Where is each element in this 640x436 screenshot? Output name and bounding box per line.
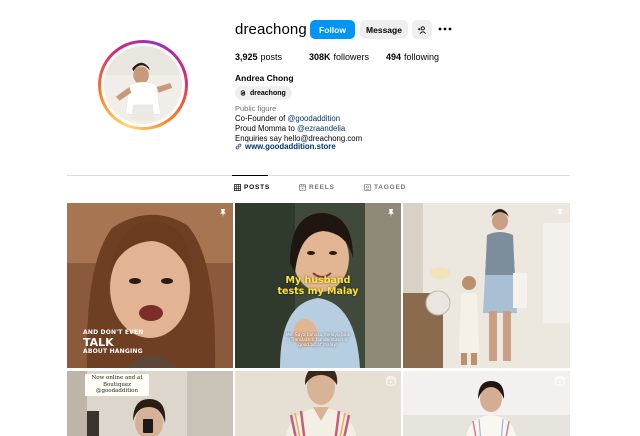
post-tile[interactable]: AND DON'T EVEN TALK ABOUT HANGING [67,203,233,368]
profile-stats: 3,925 posts 308K followers 494 following [235,52,439,62]
bio-text: Co-Founder of [235,114,288,123]
tab-label: REELS [309,184,335,191]
post-thumbnail [403,371,570,436]
add-person-icon [418,25,426,34]
pin-icon [220,209,226,217]
bio: Co-Founder of @goodaddition Proud Momma … [235,114,362,145]
following-count: 494 [386,52,402,62]
full-name: Andrea Chong [235,73,294,83]
threads-handle: dreachong [250,89,286,97]
followers-count: 308K [309,52,331,62]
follow-button[interactable]: Follow [310,20,355,39]
caption-line: My husband [285,275,351,286]
post-tile[interactable] [403,371,570,436]
avatar-border [101,43,185,127]
following-stat[interactable]: 494 following [386,52,439,62]
grid-icon [234,184,241,191]
post-subtitles: Me: Saya bahasa melayu baik (Translated:… [235,333,401,348]
avatar-photo [104,46,182,124]
post-tile[interactable]: My husband tests my Malay Me: Saya bahas… [235,203,401,368]
pin-icon [557,209,563,217]
tab-posts[interactable]: POSTS [234,184,270,191]
link-icon [235,143,242,150]
post-caption: My husband tests my Malay [235,275,401,297]
overlay-line: Now online and at [91,375,143,381]
bio-line-1: Co-Founder of @goodaddition [235,114,362,124]
tab-tagged[interactable]: TAGGED [364,184,406,191]
followers-label: followers [333,52,370,62]
post-thumbnail [235,371,401,436]
avatar [104,46,182,124]
active-tab-indicator [232,175,268,176]
post-overlay-text: AND DON'T EVEN TALK ABOUT HANGING [83,330,144,355]
posts-label: posts [260,52,283,62]
caption-line: tests my Malay [277,286,359,297]
pin-icon [388,209,394,217]
threads-link[interactable]: dreachong [235,86,292,100]
mention-link[interactable]: @ezraandelia [297,124,345,133]
tabs-divider [67,175,570,176]
post-overlay-text: Now online and at Boutiquez @goodadditio… [85,374,149,396]
bio-line-2: Proud Momma to @ezraandelia [235,124,362,134]
posts-grid: AND DON'T EVEN TALK ABOUT HANGING My hus… [67,203,570,436]
message-button[interactable]: Message [360,20,408,39]
website-url: www.goodaddition.store [245,142,336,151]
overlay-line: ABOUT HANGING [83,348,143,355]
following-label: following [404,52,440,62]
profile-avatar-ring[interactable] [98,40,188,130]
threads-icon [240,90,246,96]
subtitle-line: good bit of malay) [298,343,338,348]
tab-label: TAGGED [374,184,407,191]
mention-link[interactable]: @goodaddition [287,114,340,123]
post-tile[interactable] [403,203,570,368]
website-link[interactable]: www.goodaddition.store [235,142,336,151]
posts-stat: 3,925 posts [235,52,309,62]
followers-stat[interactable]: 308K followers [309,52,386,62]
username: dreachong [235,20,307,38]
tagged-icon [364,184,371,191]
post-thumbnail [403,203,570,368]
tab-label: POSTS [244,184,271,191]
posts-count: 3,925 [235,52,258,62]
bio-text: Proud Momma to [235,124,297,134]
overlay-line: TALK [83,336,114,349]
suggested-accounts-button[interactable] [412,20,432,39]
post-tile[interactable]: Now online and at Boutiquez @goodadditio… [67,371,233,436]
more-options-icon[interactable] [438,26,452,32]
reel-icon [555,376,565,386]
profile-category: Public figure [235,104,277,113]
tab-reels[interactable]: REELS [299,184,335,191]
profile-tabs: POSTS REELS TAGGED [0,184,640,196]
reel-icon [386,376,396,386]
post-tile[interactable] [235,371,401,436]
reels-icon [299,184,306,191]
overlay-line: Boutiquez @goodaddition [95,381,139,395]
